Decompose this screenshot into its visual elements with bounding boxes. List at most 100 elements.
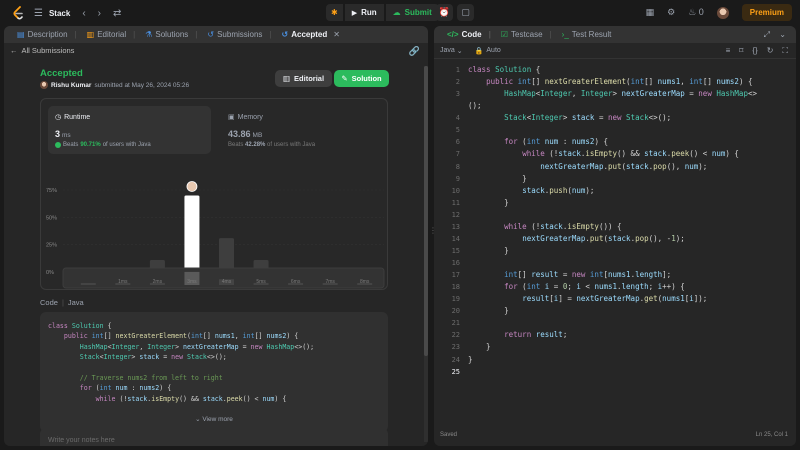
left-scrollbar[interactable] bbox=[424, 66, 428, 442]
layout-grid-icon[interactable]: ▦ bbox=[646, 7, 655, 18]
tab-testcase[interactable]: ☑ Testcase | bbox=[496, 26, 557, 43]
tab-code[interactable]: </> Code | bbox=[442, 26, 496, 43]
reset-icon[interactable]: ↻ bbox=[767, 46, 774, 56]
solution-button[interactable]: ✎ Solution bbox=[334, 70, 389, 87]
code-line: // Traverse nums2 from left to right bbox=[79, 374, 223, 383]
premium-button[interactable]: Premium bbox=[741, 4, 792, 21]
panel-resize-handle[interactable]: ⋮ bbox=[429, 226, 437, 240]
format-icon[interactable]: ≡ bbox=[726, 46, 731, 56]
line-number: 6 bbox=[455, 138, 460, 147]
next-problem-icon[interactable]: › bbox=[98, 8, 101, 19]
code-line[interactable] bbox=[468, 124, 757, 136]
top-bar: ☰ Stack ‹ › ⇄ ✱ ▶ Run ☁ Submit ⏰ ▢ ▦ ⚙ ♨ 0… bbox=[0, 0, 800, 26]
tab-solutions[interactable]: ⚗ Solutions | bbox=[140, 26, 202, 43]
language-select[interactable]: Java ⌄ bbox=[440, 47, 463, 55]
fullscreen-icon[interactable]: ⛶ bbox=[782, 46, 788, 56]
view-more-button[interactable]: ⌄ View more bbox=[40, 415, 388, 423]
code-line[interactable]: (); bbox=[468, 100, 757, 112]
tab-editorial[interactable]: ▥ Editorial | bbox=[82, 26, 141, 43]
code-line: for (int num : nums2) { bbox=[79, 384, 172, 393]
code-line[interactable]: HashMap<Integer, Integer> nextGreaterMap… bbox=[468, 88, 757, 100]
tab-label: Description bbox=[27, 30, 68, 39]
settings-gear-icon[interactable]: ⚙ bbox=[667, 7, 675, 18]
line-number: 2 bbox=[455, 78, 460, 87]
problem-list-title[interactable]: Stack bbox=[49, 9, 70, 18]
tab-accepted[interactable]: ↺ Accepted ✕ bbox=[277, 26, 345, 43]
code-line[interactable]: result[i] = nextGreaterMap.get(nums1[i])… bbox=[468, 293, 757, 305]
notes-button[interactable]: ▢ bbox=[457, 4, 474, 21]
edit-icon: ✎ bbox=[341, 74, 348, 83]
tab-divider: | bbox=[133, 30, 136, 39]
code-line[interactable]: return result; bbox=[468, 329, 757, 341]
code-line[interactable]: } bbox=[468, 354, 757, 366]
auto-mode-toggle[interactable]: 🔒 Auto bbox=[475, 47, 501, 55]
tab-divider: | bbox=[488, 30, 491, 39]
checkbox-icon: ☑ bbox=[500, 30, 508, 39]
submit-button[interactable]: ☁ Submit bbox=[385, 4, 439, 21]
code-line[interactable]: nextGreaterMap.put(stack.pop(), num); bbox=[468, 161, 757, 173]
braces-icon[interactable]: {} bbox=[752, 46, 757, 56]
code-line[interactable]: stack.push(num); bbox=[468, 185, 757, 197]
close-tab-icon[interactable]: ✕ bbox=[333, 30, 340, 39]
y-tick-label: 0% bbox=[46, 270, 54, 276]
code-line[interactable]: } bbox=[468, 305, 757, 317]
code-line[interactable]: class Solution { bbox=[468, 64, 757, 76]
user-avatar[interactable] bbox=[716, 6, 729, 19]
solution-label: Solution bbox=[351, 74, 382, 83]
bar-highlight[interactable] bbox=[184, 195, 200, 272]
problem-list-icon[interactable]: ☰ bbox=[34, 8, 43, 19]
chevron-down-icon: ⌄ bbox=[456, 47, 463, 55]
code-line[interactable]: public int[] nextGreaterElement(int[] nu… bbox=[468, 76, 757, 88]
bookmark-icon[interactable]: ⌑ bbox=[739, 46, 743, 56]
shuffle-icon[interactable]: ⇄ bbox=[113, 8, 121, 19]
share-link-icon[interactable]: 🔗 bbox=[409, 46, 420, 57]
submitter-name[interactable]: Rishu Kumar bbox=[51, 82, 91, 89]
prev-problem-icon[interactable]: ‹ bbox=[82, 8, 85, 19]
line-number: 21 bbox=[451, 319, 460, 328]
back-label: All Submissions bbox=[21, 46, 75, 55]
code-line[interactable]: } bbox=[468, 341, 757, 353]
debug-button[interactable]: ✱ bbox=[326, 4, 343, 21]
tab-test-result[interactable]: ›_ Test Result bbox=[557, 26, 617, 43]
code-line[interactable]: for (int num : nums2) { bbox=[468, 136, 757, 148]
code-line[interactable] bbox=[468, 257, 757, 269]
editorial-button[interactable]: ▥ Editorial bbox=[275, 70, 332, 87]
tab-submissions[interactable]: ↺ Submissions | bbox=[202, 26, 276, 43]
code-line[interactable]: } bbox=[468, 173, 757, 185]
expand-icon[interactable]: ⤢ bbox=[764, 30, 770, 40]
notes-input[interactable]: Write your notes here bbox=[40, 428, 388, 446]
code-line[interactable]: } bbox=[468, 245, 757, 257]
chevron-down-icon[interactable]: ⌄ bbox=[779, 30, 786, 39]
code-line[interactable] bbox=[468, 209, 757, 221]
user-marker-avatar[interactable] bbox=[186, 181, 198, 192]
leetcode-logo-icon[interactable] bbox=[12, 6, 24, 20]
stats-card: ◷ Runtime 3 ms Beats 90.71% of users with … bbox=[40, 98, 388, 290]
tab-description[interactable]: ▤ Description | bbox=[12, 26, 82, 43]
code-editor[interactable]: class Solution { public int[] nextGreate… bbox=[468, 64, 757, 378]
code-line[interactable]: int[] result = new int[nums1.length]; bbox=[468, 269, 757, 281]
cursor-position: Ln 25, Col 1 bbox=[755, 432, 788, 438]
submitter-avatar[interactable] bbox=[40, 81, 48, 89]
code-line[interactable]: while (!stack.isEmpty()) { bbox=[468, 221, 757, 233]
code-line[interactable] bbox=[468, 317, 757, 329]
line-number: 5 bbox=[455, 126, 460, 135]
bar[interactable] bbox=[219, 238, 234, 272]
run-button[interactable]: ▶ Run bbox=[344, 4, 384, 21]
alarm-clock-button[interactable]: ⏰ bbox=[436, 4, 453, 21]
streak-counter[interactable]: ♨ 0 bbox=[688, 7, 704, 18]
code-line[interactable]: } bbox=[468, 197, 757, 209]
code-header: Code | Java bbox=[40, 298, 84, 307]
runtime-distribution-chart[interactable]: 75%50%25%0%1ms2ms3ms4ms5ms6ms7ms8ms1ms2m… bbox=[41, 99, 389, 291]
code-line[interactable]: while (!stack.isEmpty() && stack.peek() … bbox=[468, 148, 757, 160]
line-number: 10 bbox=[451, 186, 460, 195]
code-line[interactable]: Stack<Integer> stack = new Stack<>(); bbox=[468, 112, 757, 124]
code-lang: Java bbox=[67, 298, 84, 307]
code-line[interactable]: for (int i = 0; i < nums1.length; i++) { bbox=[468, 281, 757, 293]
mini-tick-label: 8ms bbox=[360, 279, 370, 285]
all-submissions-link[interactable]: ← All Submissions bbox=[10, 46, 74, 55]
line-number: 9 bbox=[455, 174, 460, 183]
scroll-thumb[interactable] bbox=[424, 66, 428, 356]
code-line[interactable] bbox=[468, 366, 757, 378]
code-line[interactable]: nextGreaterMap.put(stack.pop(), -1); bbox=[468, 233, 757, 245]
line-number: 15 bbox=[451, 246, 460, 255]
